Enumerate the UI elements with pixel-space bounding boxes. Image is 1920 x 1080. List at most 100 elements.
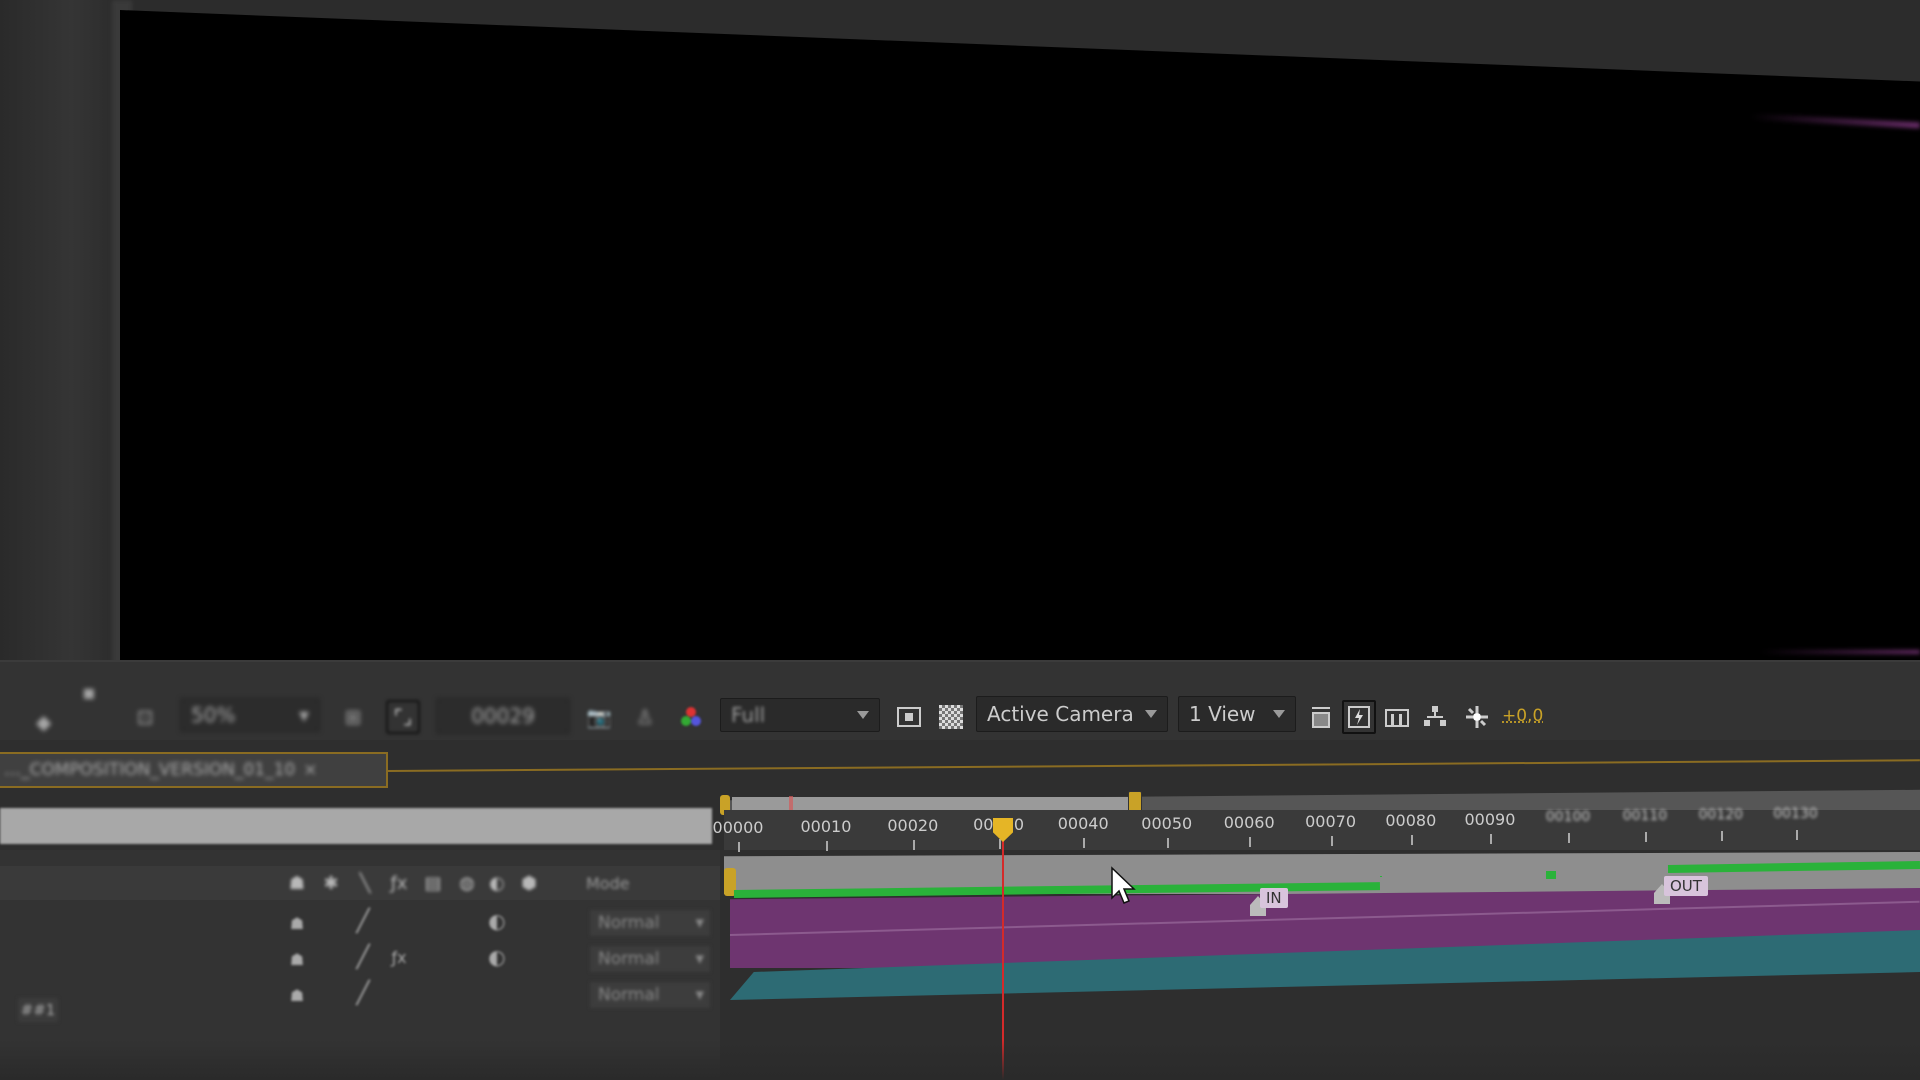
adjustment-icon[interactable]: ◐ [488, 945, 506, 969]
flowchart-icon[interactable] [1420, 702, 1450, 732]
layer-row[interactable]: ☗ ╱ ◐ Normal ▾ [0, 906, 720, 940]
mode-column-label: Mode [586, 874, 630, 893]
timeline-icon[interactable] [1382, 702, 1412, 732]
rgb-channels-icon[interactable] [676, 702, 706, 732]
fast-preview-icon[interactable] [1342, 700, 1376, 734]
mode-select[interactable]: Normal ▾ [590, 910, 710, 936]
ruler-tick-label: 00110 [1622, 808, 1668, 825]
show-snapshot-icon[interactable]: ♙ [630, 702, 660, 732]
ruler-tick [1720, 831, 1723, 842]
ruler-tick [1083, 838, 1086, 849]
ruler-tick-label: 00060 [1223, 812, 1275, 832]
ruler-tick [1410, 834, 1413, 845]
transparency-grid-icon[interactable] [936, 702, 966, 732]
view-layout-value: 1 View [1189, 702, 1256, 726]
chevron-down-icon: ▾ [695, 949, 704, 969]
bottom-fade [0, 1040, 1920, 1080]
layer-row[interactable]: ☗ ╱ Normal ▾ [0, 978, 720, 1012]
adjustment-icon[interactable]: ◐ [488, 909, 506, 933]
shy-icon[interactable]: ☗ [288, 914, 306, 933]
mode-select[interactable]: Normal ▾ [590, 946, 710, 972]
exposure-icon[interactable] [1462, 702, 1492, 732]
quality-icon[interactable]: ╲ [354, 872, 376, 894]
layer-label: ##1 [18, 998, 58, 1022]
timecode-field[interactable]: 00029 [436, 698, 570, 734]
3d-layer-icon[interactable]: ⬢ [518, 872, 540, 894]
view-layout-select[interactable]: 1 View [1178, 696, 1296, 732]
viewer-toolbar: ◆ ▪ ⊡ 50% ▾ ⊞ ⌜⌟ 00029 📷 ♙ Full Active C… [0, 660, 1920, 742]
grid-guide-icon[interactable]: ⊞ [338, 702, 368, 732]
pixel-aspect-icon[interactable] [1306, 702, 1336, 732]
effect-icon[interactable]: ƒx [388, 872, 410, 894]
quality-icon[interactable]: ╱ [354, 945, 372, 970]
ruler-tick-label: 00050 [1141, 813, 1193, 833]
ruler-tick [912, 840, 915, 851]
motion-blur-icon[interactable]: ◍ [456, 872, 478, 894]
timecode-value: 00029 [471, 704, 535, 728]
mode-select[interactable]: Normal ▾ [590, 982, 710, 1008]
solo-icon[interactable]: ✱ [320, 872, 342, 894]
resolution-value: Full [731, 703, 766, 727]
toggle-mask-icon[interactable] [894, 702, 924, 732]
camera-select[interactable]: Active Camera [976, 696, 1168, 732]
chevron-down-icon [1145, 710, 1157, 718]
ruler-tick [1249, 836, 1252, 847]
marker-out[interactable]: OUT [1664, 876, 1708, 896]
always-preview-icon[interactable]: ◆ [36, 710, 51, 734]
ruler-tick-label: 00010 [800, 817, 852, 837]
magnification-icon[interactable]: ⊡ [130, 702, 160, 732]
marker-in[interactable]: IN [1260, 888, 1288, 908]
render-cache-dot [1546, 871, 1556, 879]
ruler-tick [1166, 837, 1169, 848]
effect-icon[interactable]: ƒx [390, 948, 408, 967]
tab-composition[interactable]: …_COMPOSITION_VERSION_01_10 × [0, 752, 388, 788]
exposure-value[interactable]: +0,0 [1502, 706, 1543, 726]
ruler-tick [1644, 832, 1647, 843]
ruler-tick-label: 00070 [1305, 811, 1356, 831]
exposure-offset-label[interactable]: +0,0 [1502, 706, 1543, 726]
camera-value: Active Camera [987, 702, 1134, 726]
layer-row[interactable]: ☗ ╱ ƒx ◐ Normal ▾ [0, 942, 720, 976]
ruler-tick-label: 00090 [1464, 809, 1516, 829]
region-of-interest-icon[interactable]: ⌜⌟ [386, 700, 420, 734]
comp-tab-label: …_COMPOSITION_VERSION_01_10 [4, 760, 296, 780]
chevron-down-icon: ▾ [298, 703, 309, 727]
layer-search-input[interactable] [0, 808, 712, 844]
frame-blend-icon[interactable]: ▤ [422, 872, 444, 894]
render-cache-gap [1380, 876, 1382, 877]
ruler-tick-label: 00130 [1773, 806, 1818, 823]
shy-icon[interactable]: ☗ [288, 986, 306, 1005]
ruler-tick-label: 00020 [887, 816, 939, 836]
chevron-down-icon [857, 711, 869, 719]
zoom-select[interactable]: 50% ▾ [180, 698, 320, 732]
ruler-tick [825, 841, 828, 852]
mode-value: Normal [598, 985, 660, 1005]
quality-icon[interactable]: ╱ [354, 981, 372, 1006]
left-dock-panel [0, 0, 120, 740]
resolution-select[interactable]: Full [720, 698, 880, 732]
ruler-tick-label: 00100 [1545, 809, 1591, 825]
shy-icon[interactable]: ☗ [286, 872, 308, 894]
composition-viewer[interactable] [120, 10, 1920, 660]
close-icon[interactable]: × [303, 760, 317, 780]
chevron-down-icon: ▾ [695, 985, 704, 1005]
ruler-tick-label: 00040 [1057, 814, 1109, 834]
chevron-down-icon [1273, 710, 1285, 718]
panel-menu-icon[interactable]: ▪ [82, 680, 96, 704]
viewer-edge-highlight [1760, 650, 1920, 654]
shy-icon[interactable]: ☗ [288, 950, 306, 969]
camera-snapshot-icon[interactable]: 📷 [584, 702, 614, 732]
ruler-tick [738, 842, 740, 852]
ruler-tick [998, 839, 1001, 850]
mouse-cursor-icon [1111, 866, 1136, 904]
ruler-tick-label: 00080 [1385, 810, 1437, 830]
mode-value: Normal [598, 949, 660, 969]
ruler-tick-label: 00120 [1698, 807, 1744, 824]
quality-icon[interactable]: ╱ [354, 909, 372, 934]
ruler-tick [1568, 833, 1570, 843]
ruler-tick [1330, 835, 1333, 846]
mode-value: Normal [598, 913, 660, 933]
ruler-tick [1795, 830, 1798, 841]
zoom-value: 50% [191, 703, 236, 727]
adjustment-icon[interactable]: ◐ [486, 872, 508, 894]
